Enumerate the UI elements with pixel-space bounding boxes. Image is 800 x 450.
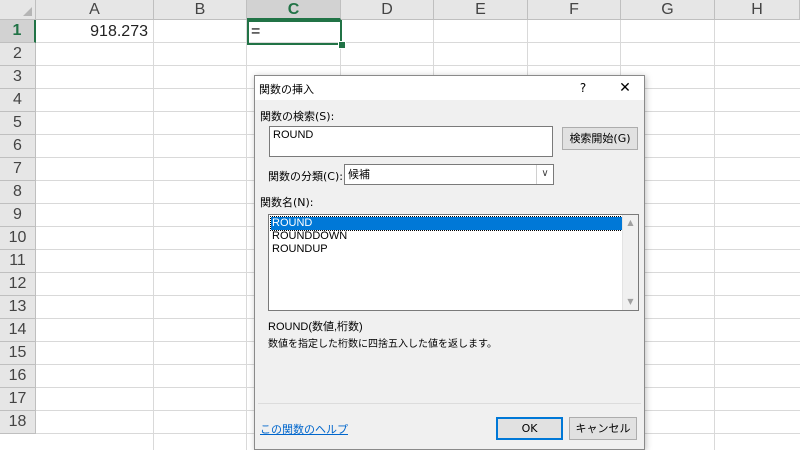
row-header-13[interactable]: 13 xyxy=(0,296,36,319)
dialog-title-bar[interactable]: 関数の挿入 ? ✕ xyxy=(255,76,644,100)
row-header-7[interactable]: 7 xyxy=(0,158,36,181)
grid-line xyxy=(714,20,715,450)
column-header-h[interactable]: H xyxy=(715,0,800,20)
grid-line xyxy=(246,20,247,450)
list-item[interactable]: ROUND xyxy=(270,216,625,231)
row-header-11[interactable]: 11 xyxy=(0,250,36,273)
search-label: 関数の検索(S): xyxy=(260,110,335,123)
row-header-10[interactable]: 10 xyxy=(0,227,36,250)
column-header-g[interactable]: G xyxy=(621,0,715,20)
select-all-corner[interactable] xyxy=(0,0,36,20)
list-item[interactable]: ROUNDDOWN xyxy=(271,230,624,243)
row-header-15[interactable]: 15 xyxy=(0,342,36,365)
scroll-up-icon[interactable]: ▲ xyxy=(623,215,638,231)
row-header-1[interactable]: 1 xyxy=(0,20,36,43)
cancel-button[interactable]: キャンセル xyxy=(569,417,637,440)
chevron-down-icon[interactable]: ∨ xyxy=(536,165,553,184)
column-header-d[interactable]: D xyxy=(341,0,434,20)
function-help-link[interactable]: この関数のヘルプ xyxy=(260,421,348,437)
row-header-14[interactable]: 14 xyxy=(0,319,36,342)
ok-button[interactable]: OK xyxy=(496,417,563,440)
row-header-3[interactable]: 3 xyxy=(0,66,36,89)
row-header-18[interactable]: 18 xyxy=(0,411,36,434)
cell-a1[interactable]: 918.273 xyxy=(36,20,154,43)
row-header-8[interactable]: 8 xyxy=(0,181,36,204)
row-header-17[interactable]: 17 xyxy=(0,388,36,411)
column-header-c[interactable]: C xyxy=(247,0,341,20)
dialog-title: 関数の挿入 xyxy=(259,83,314,96)
function-name-label: 関数名(N): xyxy=(260,196,314,209)
row-header-6[interactable]: 6 xyxy=(0,135,36,158)
grid-line xyxy=(36,65,800,66)
category-select[interactable]: 候補 ∨ xyxy=(344,164,554,185)
list-item[interactable]: ROUNDUP xyxy=(271,243,624,256)
function-syntax: ROUND(数値,桁数) xyxy=(268,321,363,333)
function-description: 数値を指定した桁数に四捨五入した値を返します。 xyxy=(268,339,497,350)
divider xyxy=(258,403,641,404)
row-header-5[interactable]: 5 xyxy=(0,112,36,135)
insert-function-dialog: 関数の挿入 ? ✕ 関数の検索(S): ROUND 検索開始(G) 関数の分類(… xyxy=(254,75,645,450)
row-header-2[interactable]: 2 xyxy=(0,43,36,66)
help-icon[interactable]: ? xyxy=(573,78,593,98)
column-header-f[interactable]: F xyxy=(528,0,621,20)
row-header-12[interactable]: 12 xyxy=(0,273,36,296)
grid-line xyxy=(153,20,154,450)
category-label: 関数の分類(C): xyxy=(268,170,343,183)
column-header-a[interactable]: A xyxy=(36,0,154,20)
fill-handle[interactable] xyxy=(338,41,346,49)
cell-c1-active[interactable]: = xyxy=(247,20,342,45)
column-header-b[interactable]: B xyxy=(154,0,247,20)
row-header-9[interactable]: 9 xyxy=(0,204,36,227)
row-header-16[interactable]: 16 xyxy=(0,365,36,388)
function-listbox[interactable]: ROUND ROUNDDOWN ROUNDUP ▲ ▼ xyxy=(268,214,639,311)
list-scrollbar[interactable]: ▲ ▼ xyxy=(622,215,638,310)
row-header-4[interactable]: 4 xyxy=(0,89,36,112)
search-start-button[interactable]: 検索開始(G) xyxy=(562,127,638,150)
category-select-value: 候補 xyxy=(348,168,370,181)
scroll-down-icon[interactable]: ▼ xyxy=(623,294,638,310)
close-icon[interactable]: ✕ xyxy=(614,78,636,98)
function-search-input[interactable]: ROUND xyxy=(269,126,553,157)
column-header-e[interactable]: E xyxy=(434,0,528,20)
